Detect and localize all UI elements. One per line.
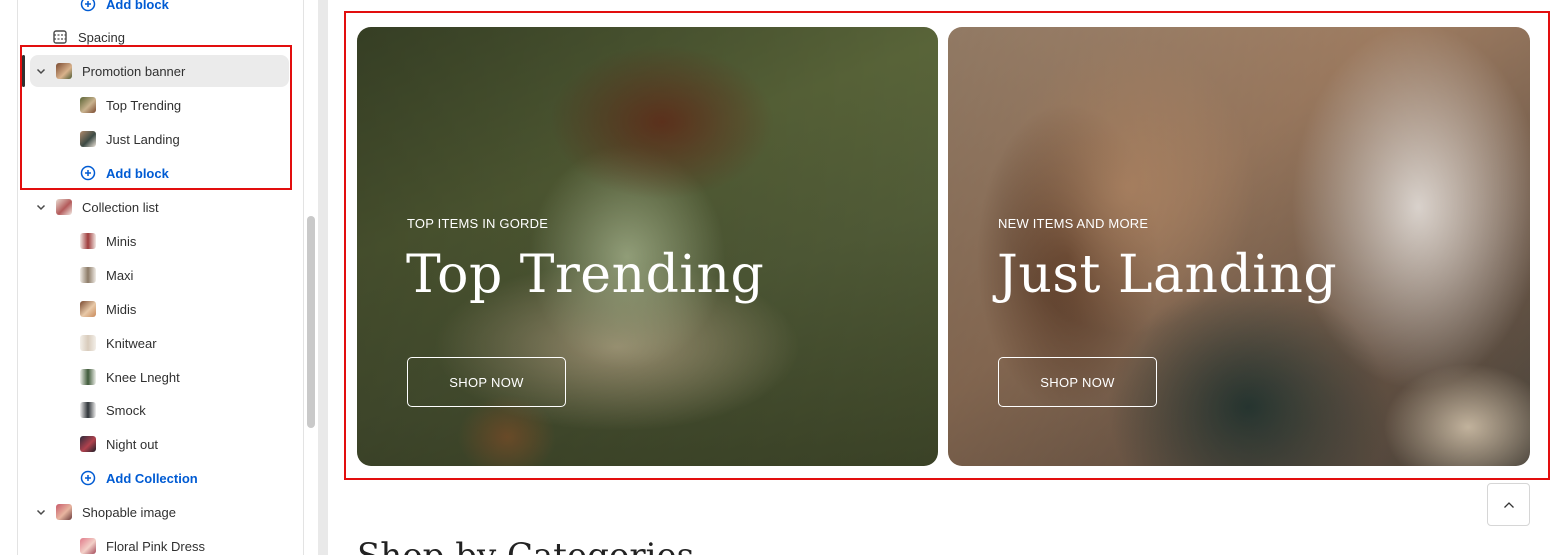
scroll-to-top-button[interactable] [1487,483,1530,526]
collection-label: Knee Lneght [106,369,180,385]
collection-item[interactable]: Minis [80,225,136,257]
collection-thumbnail [80,369,96,385]
sidebar-scrollbar[interactable] [307,216,315,428]
shopable-label: Floral Pink Dress [106,538,205,554]
chevron-down-icon[interactable] [34,200,48,214]
collection-item[interactable]: Midis [80,293,136,325]
panel-divider[interactable] [318,0,328,555]
chevron-up-icon [1501,497,1517,513]
theme-editor: Add block Spacing Promotion banner Top T… [0,0,1560,555]
section-thumbnail [56,504,72,520]
sections-sidebar: Add block Spacing Promotion banner Top T… [0,0,318,555]
collection-item[interactable]: Knee Lneght [80,361,180,393]
banner-title: Just Landing [997,245,1338,305]
collection-thumbnail [80,402,96,418]
sidebar-item-label: Shopable image [82,504,176,520]
add-block-button[interactable]: Add block [80,0,169,20]
collection-item[interactable]: Smock [80,394,146,426]
collection-label: Maxi [106,267,134,283]
banner-title: Top Trending [406,245,765,305]
collection-label: Night out [106,436,159,452]
collection-label: Smock [106,402,146,418]
section-thumbnail [56,199,72,215]
add-block-label: Add block [106,0,169,12]
shop-now-button[interactable]: SHOP NOW [998,357,1157,407]
sidebar-item-label: Collection list [82,199,159,215]
collection-item[interactable]: Maxi [80,259,133,291]
collection-label: Midis [106,301,137,317]
sidebar-item-collection-list[interactable]: Collection list [34,191,159,223]
chevron-down-icon[interactable] [34,505,48,519]
sidebar-border-right [303,0,304,555]
collection-thumbnail [80,301,96,317]
sidebar-item-shopable-image[interactable]: Shopable image [34,496,176,528]
plus-circle-icon [80,470,96,486]
banner-eyebrow: NEW ITEMS AND MORE [998,216,1149,231]
spacing-icon [52,29,68,45]
collection-thumbnail [80,267,96,283]
promo-banner-card-just-landing[interactable]: NEW ITEMS AND MORE Just Landing SHOP NOW [948,27,1530,466]
section-heading: Shop by Categories [357,536,694,555]
collection-thumbnail [80,233,96,249]
highlight-box-sidebar [20,45,292,190]
shop-now-button[interactable]: SHOP NOW [407,357,566,407]
add-collection-button[interactable]: Add Collection [80,462,198,494]
sidebar-border-left [17,0,18,555]
collection-item[interactable]: Night out [80,428,158,460]
sidebar-item-label: Spacing [78,29,125,45]
shopable-item[interactable]: Floral Pink Dress [80,530,205,555]
banner-eyebrow: TOP ITEMS IN GORDE [407,216,549,231]
collection-label: Knitwear [106,335,157,351]
shopable-thumbnail [80,538,96,554]
collection-label: Minis [106,233,137,249]
add-collection-label: Add Collection [106,470,198,486]
collection-item[interactable]: Knitwear [80,327,157,359]
collection-thumbnail [80,335,96,351]
promo-banner-card-top-trending[interactable]: TOP ITEMS IN GORDE Top Trending SHOP NOW [357,27,938,466]
collection-thumbnail [80,436,96,452]
plus-circle-icon [80,0,96,12]
